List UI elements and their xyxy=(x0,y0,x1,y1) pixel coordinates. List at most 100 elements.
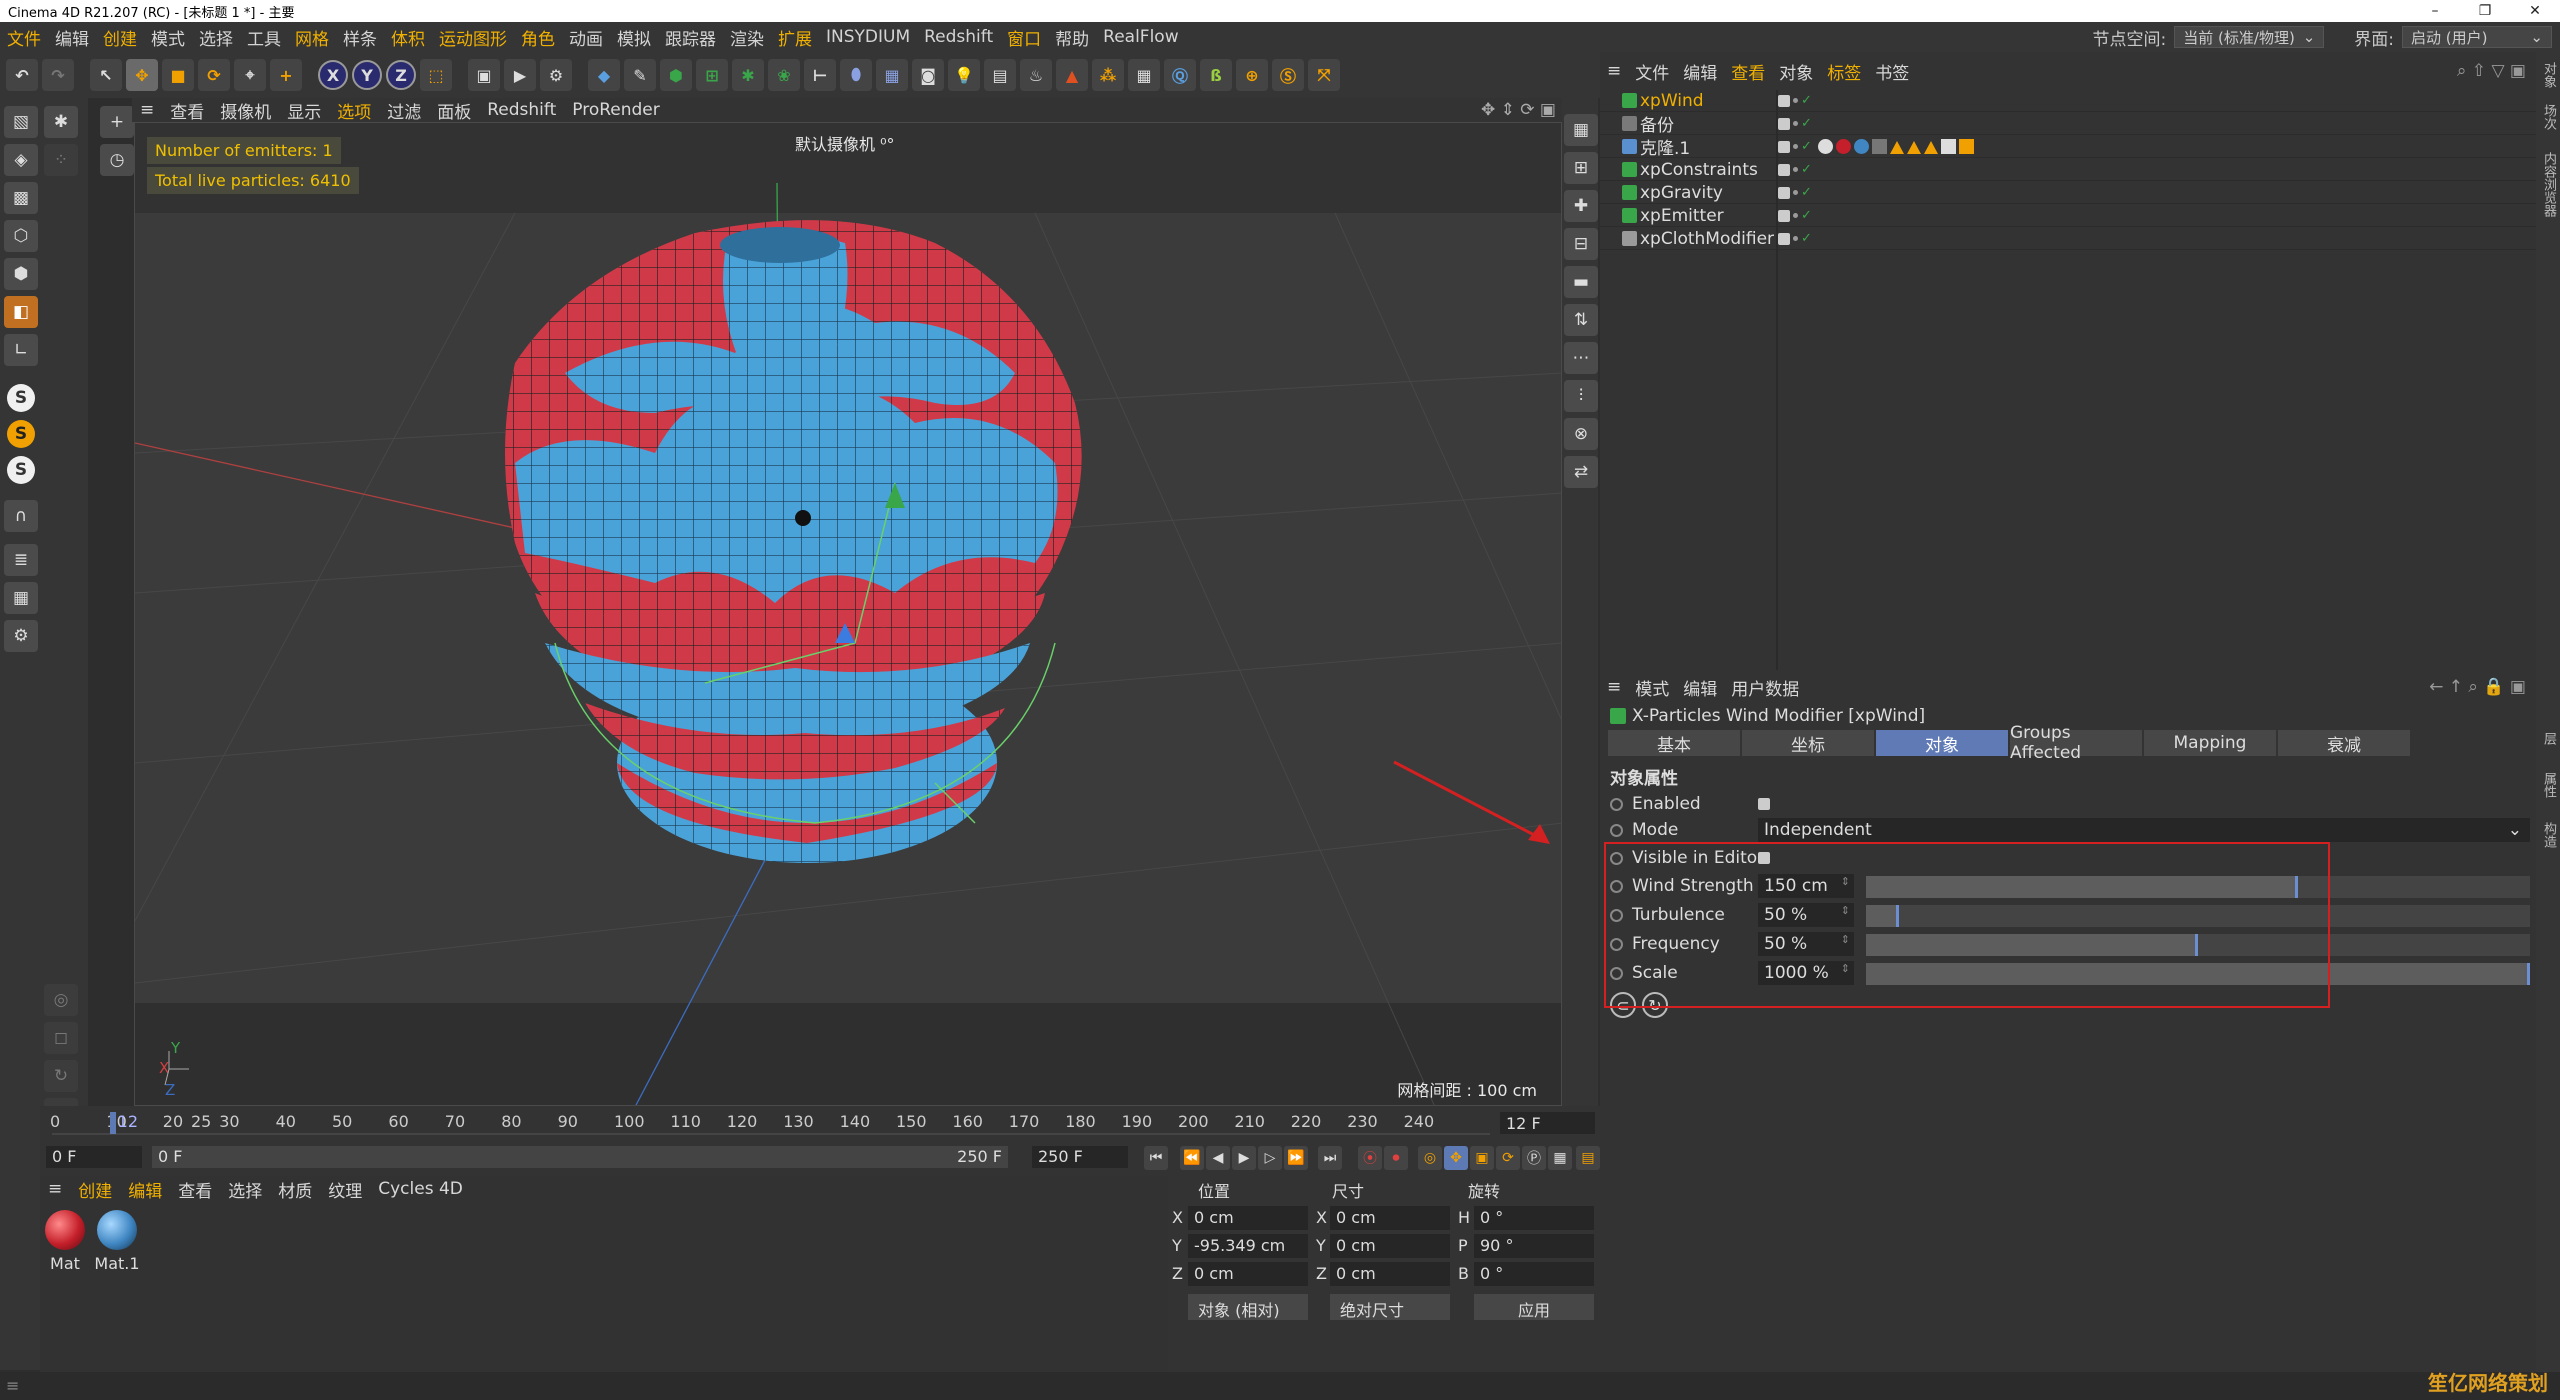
scene-icon[interactable]: ⬮ xyxy=(840,59,872,91)
bevel-icon[interactable]: ▬ xyxy=(1564,266,1598,298)
object-visibility-flags[interactable]: ✓ xyxy=(1778,116,1812,131)
move-icon[interactable]: ✥ xyxy=(126,59,158,91)
attribute-menu-item[interactable]: 编辑 xyxy=(1676,675,1724,700)
range-slider[interactable]: 0 F 250 F xyxy=(152,1146,1008,1168)
light-icon[interactable]: 💡 xyxy=(948,59,980,91)
object-menu-item[interactable]: 编辑 xyxy=(1676,59,1724,84)
keyframe-radio[interactable] xyxy=(1610,798,1623,811)
viewport-nav-icons[interactable]: ✥ ⇕ ⟳ ▣ xyxy=(1481,100,1564,120)
render-settings-icon[interactable]: ⚙ xyxy=(540,59,572,91)
side-tab[interactable]: 层 xyxy=(2539,732,2558,745)
points-mode-icon[interactable]: ⁘ xyxy=(44,144,78,176)
image-icon[interactable]: ▤ xyxy=(984,59,1016,91)
material-menu-item[interactable]: 纹理 xyxy=(320,1177,370,1202)
layer-checkbox[interactable] xyxy=(1778,232,1790,245)
xp-emitter-icon[interactable]: ▲ xyxy=(1056,59,1088,91)
menu-item[interactable]: 选择 xyxy=(192,25,240,50)
enabled-check-icon[interactable]: ✓ xyxy=(1801,231,1812,246)
viewport-menu-item[interactable]: 选项 xyxy=(329,98,379,123)
key-param-icon[interactable]: Ⓟ xyxy=(1522,1146,1546,1170)
layer-checkbox[interactable] xyxy=(1778,140,1790,153)
edges-mode-icon[interactable]: ⬡ xyxy=(4,220,38,252)
material-menu-item[interactable]: 编辑 xyxy=(120,1177,170,1202)
object-menu-item[interactable]: 对象 xyxy=(1772,59,1820,84)
side-tab[interactable]: 对象 xyxy=(2539,62,2558,88)
viewport-menu-item[interactable]: 过滤 xyxy=(379,98,429,123)
grid-icon[interactable]: ▦ xyxy=(1128,59,1160,91)
s-tool-white-icon[interactable]: S xyxy=(7,456,35,484)
menu-item[interactable]: 工具 xyxy=(240,25,288,50)
visibility-dot[interactable] xyxy=(1793,190,1798,195)
coordinate-system-icon[interactable]: ⬚ xyxy=(420,59,452,91)
play-icon[interactable]: ▶ xyxy=(1232,1146,1256,1170)
enabled-check-icon[interactable]: ✓ xyxy=(1801,185,1812,200)
menu-item[interactable]: 帮助 xyxy=(1048,25,1096,50)
tab-falloff[interactable]: 衰减 xyxy=(2278,730,2410,756)
enabled-checkbox[interactable] xyxy=(1758,798,1770,810)
menu-item[interactable]: 运动图形 xyxy=(432,25,514,50)
menu-item[interactable]: 样条 xyxy=(336,25,384,50)
tab-basic[interactable]: 基本 xyxy=(1608,730,1740,756)
add-point-icon[interactable]: ✚ xyxy=(1564,190,1598,222)
go-end-icon[interactable]: ⏭ xyxy=(1318,1146,1342,1170)
menu-item[interactable]: INSYDIUM xyxy=(819,27,917,47)
key-move-icon[interactable]: ✥ xyxy=(1444,1146,1468,1170)
floor-icon[interactable]: ▦ xyxy=(876,59,908,91)
xp-system-icon[interactable]: ♨ xyxy=(1020,59,1052,91)
edge-icon[interactable]: ⊟ xyxy=(1564,228,1598,260)
subdivision-icon[interactable]: ⬢ xyxy=(660,59,692,91)
s-tool-orange-icon[interactable]: S xyxy=(7,420,35,448)
move-tool-icon[interactable]: + xyxy=(100,106,134,138)
rot-b-field[interactable]: 0 ° xyxy=(1474,1262,1594,1286)
tag-icon[interactable] xyxy=(1854,139,1869,154)
menu-item[interactable]: 扩展 xyxy=(771,25,819,50)
menu-item[interactable]: 模式 xyxy=(144,25,192,50)
menu-item[interactable]: 跟踪器 xyxy=(658,25,723,50)
size-x-field[interactable]: 0 cm xyxy=(1330,1206,1450,1230)
material-swatch[interactable]: Mat xyxy=(42,1210,88,1273)
key-position-icon[interactable]: ◎ xyxy=(1418,1146,1442,1170)
timeline-menu-icon[interactable]: ▤ xyxy=(1576,1146,1600,1170)
enabled-check-icon[interactable]: ✓ xyxy=(1801,162,1812,177)
visibility-dot[interactable] xyxy=(1793,236,1798,241)
viewport-menu-item[interactable]: Redshift xyxy=(479,100,564,120)
mirror-icon[interactable]: ⇄ xyxy=(1564,456,1598,488)
s-plugin-icon[interactable]: Ⓢ xyxy=(1272,59,1304,91)
s-tool-icon[interactable]: S xyxy=(7,384,35,412)
object-row[interactable]: xpConstraints ✓ xyxy=(1600,159,2536,181)
side-tab[interactable]: 构造 xyxy=(2539,822,2558,848)
size-mode-dropdown[interactable]: 绝对尺寸 xyxy=(1330,1294,1450,1320)
size-y-field[interactable]: 0 cm xyxy=(1330,1234,1450,1258)
start-frame-field[interactable]: 0 F xyxy=(46,1146,142,1168)
enabled-check-icon[interactable]: ✓ xyxy=(1801,208,1812,223)
extrude-icon[interactable]: ⇅ xyxy=(1564,304,1598,336)
visibility-dot[interactable] xyxy=(1793,167,1798,172)
close-icon[interactable]: ✕ xyxy=(2510,3,2560,19)
timeline[interactable]: 0 10 12 20 30 40 50 60 70 80 90 100 110 120 130 140 150 1… xyxy=(40,1106,1600,1182)
object-visibility-flags[interactable]: ✓ xyxy=(1778,139,1812,154)
tag-icon[interactable] xyxy=(1959,139,1974,154)
object-row[interactable]: xpGravity ✓ xyxy=(1600,182,2536,204)
side-tab[interactable]: 内容浏览器 xyxy=(2539,152,2558,217)
menu-item[interactable]: RealFlow xyxy=(1096,27,1185,47)
prev-key-icon[interactable]: ⏪ xyxy=(1180,1146,1204,1170)
object-visibility-flags[interactable]: ✓ xyxy=(1778,185,1812,200)
cube-icon[interactable]: ◆ xyxy=(588,59,620,91)
layer-checkbox[interactable] xyxy=(1778,94,1790,107)
material-swatch[interactable]: Mat.1 xyxy=(94,1210,140,1273)
attribute-menu-item[interactable]: 用户数据 xyxy=(1724,675,1806,700)
visibility-dot[interactable] xyxy=(1793,213,1798,218)
coordinate-mode-dropdown[interactable]: 对象 (相对) xyxy=(1188,1294,1308,1320)
x-axis-button[interactable]: X xyxy=(318,60,348,90)
object-menu-icon[interactable]: ≡ xyxy=(1600,61,1628,81)
key-scale-icon[interactable]: ▣ xyxy=(1470,1146,1494,1170)
add-icon[interactable]: + xyxy=(270,59,302,91)
viewport-menu-item[interactable]: 摄像机 xyxy=(212,98,279,123)
texture-mode-icon[interactable]: ✱ xyxy=(44,106,78,138)
menu-item[interactable]: 体积 xyxy=(384,25,432,50)
layer-checkbox[interactable] xyxy=(1778,209,1790,222)
menu-item[interactable]: 模拟 xyxy=(610,25,658,50)
visibility-dot[interactable] xyxy=(1793,144,1798,149)
current-frame-field[interactable]: 12 F xyxy=(1500,1112,1595,1134)
side-tab[interactable]: 场次 xyxy=(2539,104,2558,130)
